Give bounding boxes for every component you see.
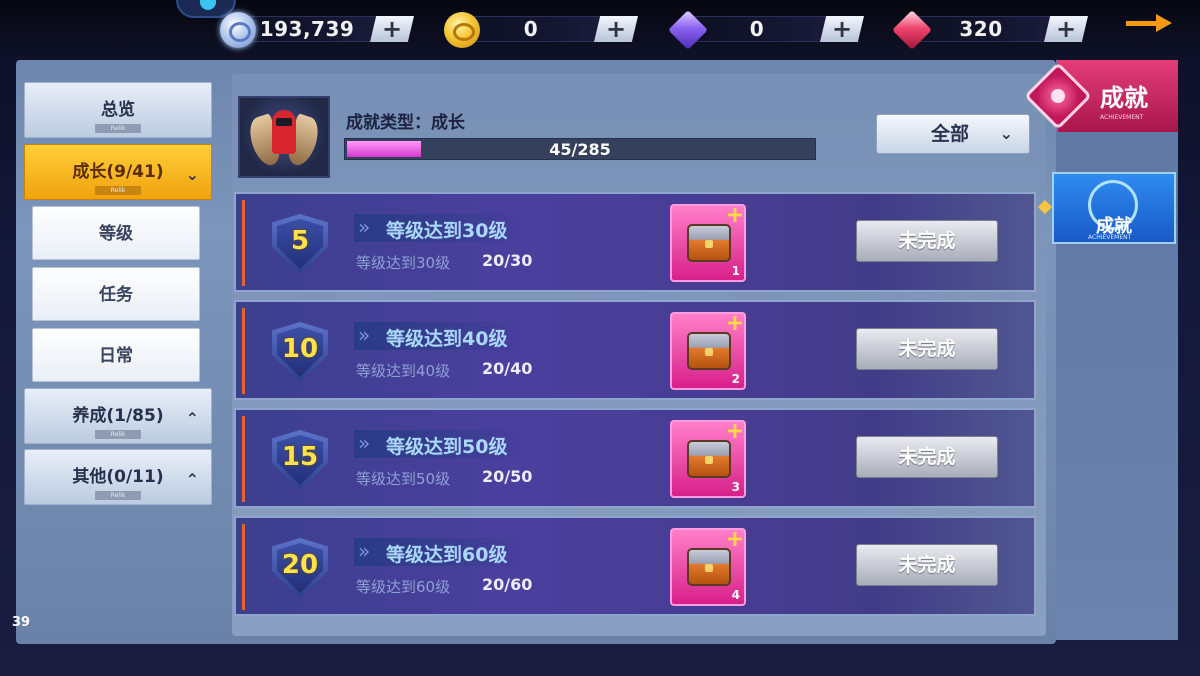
hammer-icon (728, 424, 742, 438)
achievement-progress-bar: 45/285 (344, 138, 816, 160)
level-badge: 10 (281, 334, 319, 364)
achievement-count: 20/40 (482, 359, 533, 378)
category-nurture-label: 养成(1/85) (72, 406, 164, 426)
chevron-down-icon: ⌄ (999, 124, 1013, 143)
category-growth[interactable]: 成长(9/41) Relik ⌄ (24, 144, 212, 200)
filter-dropdown[interactable]: 全部 ⌄ (876, 114, 1030, 154)
category-overview[interactable]: 总览 Relik (24, 82, 212, 138)
achievement-panel: 总览 Relik 成长(9/41) Relik ⌄ 等级 任务 日常 养成(1/… (12, 60, 1056, 644)
achievement-count: 20/30 (482, 251, 533, 270)
progress-text: 45/285 (549, 140, 611, 159)
hammer-icon (728, 208, 742, 222)
achievement-row: 20 等级达到60级 等级达到60级 20/60 4 未完成 (234, 516, 1036, 616)
back-arrow-icon[interactable] (1126, 14, 1172, 32)
tab-achievement-sub: ACHIEVEMENT (1088, 234, 1132, 241)
page-number: 39 (12, 615, 31, 630)
tab-achievement-main-label: 成就 (1100, 84, 1148, 112)
level-shield-icon: 10 (272, 322, 328, 382)
reward-quantity: 3 (731, 480, 740, 494)
add-gold-button[interactable]: + (594, 16, 638, 42)
level-badge: 5 (290, 226, 310, 256)
achievement-title: 等级达到40级 (386, 328, 508, 350)
filter-label: 全部 (931, 123, 970, 145)
category-growth-label: 成长(9/41) (72, 162, 164, 182)
level-shield-icon: 5 (272, 214, 328, 274)
achievement-desc: 等级达到30级 (356, 254, 451, 272)
hammer-icon (728, 532, 742, 546)
achievement-type-label: 成就类型：成长 (346, 113, 465, 133)
hero-emblem-icon (272, 110, 296, 154)
chevron-up-icon: ⌃ (185, 470, 199, 489)
category-other[interactable]: 其他(0/11) Relik ⌃ (24, 449, 212, 505)
reward-item[interactable]: 4 (670, 528, 746, 606)
achievement-title: 等级达到50级 (386, 436, 508, 458)
subcategory-level[interactable]: 等级 (32, 206, 200, 260)
category-growth-sub: Relik (95, 186, 141, 195)
achievement-desc: 等级达到60级 (356, 578, 451, 596)
gold-amount: 0 (523, 17, 539, 41)
achievement-count: 20/50 (482, 467, 533, 486)
incomplete-status-button[interactable]: 未完成 (856, 544, 998, 586)
incomplete-status-button[interactable]: 未完成 (856, 220, 998, 262)
achievement-title: 等级达到30级 (386, 220, 508, 242)
treasure-chest-icon (687, 548, 731, 586)
treasure-chest-icon (687, 440, 731, 478)
category-nurture[interactable]: 养成(1/85) Relik ⌃ (24, 388, 212, 444)
reward-quantity: 1 (731, 264, 740, 278)
achievement-count: 20/60 (482, 575, 533, 594)
chevron-up-icon: ⌃ (185, 409, 199, 428)
category-other-sub: Relik (95, 491, 141, 500)
level-badge: 20 (281, 550, 319, 580)
hammer-icon (728, 316, 742, 330)
level-badge: 15 (281, 442, 319, 472)
category-other-label: 其他(0/11) (72, 467, 164, 487)
reward-item[interactable]: 1 (670, 204, 746, 282)
tab-achievement-main-sub: ACHIEVEMENT (1100, 114, 1144, 121)
add-red-gem-button[interactable]: + (1044, 16, 1088, 42)
category-overview-label: 总览 (101, 100, 135, 120)
chevron-down-icon: ⌄ (185, 165, 199, 184)
achievement-title: 等级达到60级 (386, 544, 508, 566)
achievement-row: 15 等级达到50级 等级达到50级 20/50 3 未完成 (234, 408, 1036, 508)
reward-item[interactable]: 3 (670, 420, 746, 498)
subcategory-tasks[interactable]: 任务 (32, 267, 200, 321)
reward-item[interactable]: 2 (670, 312, 746, 390)
achievement-desc: 等级达到40级 (356, 362, 451, 380)
achievement-row: 5 等级达到30级 等级达到30级 20/30 1 未完成 (234, 192, 1036, 292)
level-shield-icon: 20 (272, 538, 328, 598)
incomplete-status-button[interactable]: 未完成 (856, 436, 998, 478)
category-nurture-sub: Relik (95, 430, 141, 439)
achievement-row: 10 等级达到40级 等级达到40级 20/40 2 未完成 (234, 300, 1036, 400)
silver-amount: 193,739 (259, 17, 355, 41)
level-shield-icon: 15 (272, 430, 328, 490)
achievement-type-portrait (238, 96, 330, 178)
subcategory-daily[interactable]: 日常 (32, 328, 200, 382)
add-purple-gem-button[interactable]: + (820, 16, 864, 42)
category-overview-sub: Relik (95, 124, 141, 133)
achievement-desc: 等级达到50级 (356, 470, 451, 488)
tab-achievement[interactable]: 成就 ACHIEVEMENT (1052, 172, 1176, 244)
reward-quantity: 2 (731, 372, 740, 386)
reward-quantity: 4 (731, 588, 740, 602)
currency-bar: 193,739 + 0 + 0 + 320 + (0, 0, 1200, 58)
add-silver-button[interactable]: + (370, 16, 414, 42)
red-gem-amount: 320 (959, 17, 1003, 41)
side-tab-strip (1056, 60, 1178, 640)
treasure-chest-icon (687, 224, 731, 262)
purple-gem-amount: 0 (749, 17, 765, 41)
treasure-chest-icon (687, 332, 731, 370)
incomplete-status-button[interactable]: 未完成 (856, 328, 998, 370)
